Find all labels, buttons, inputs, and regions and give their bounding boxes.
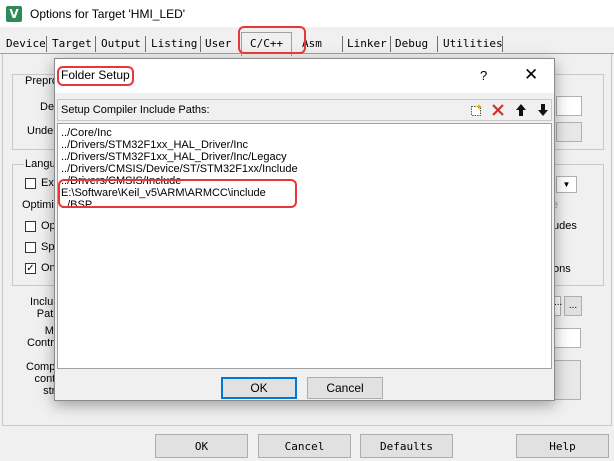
defaults-button[interactable]: Defaults [360,434,453,458]
list-item[interactable]: ../Drivers/STM32F1xx_HAL_Driver/Inc/Lega… [61,151,287,163]
tab-separator [46,36,47,52]
highlight-tab-c-cpp [238,26,306,54]
keil-app-icon: V [6,5,22,22]
folder-setup-dialog: Folder Setup ? ✕ Setup Compiler Include … [54,58,555,401]
checkbox-sp-label: Sp [41,241,55,253]
close-icon[interactable]: ✕ [524,65,538,85]
dialog-cancel-button[interactable]: Cancel [307,377,383,399]
undefine-field [556,122,582,142]
help-button[interactable]: Help [516,434,609,458]
tab-output[interactable]: Output [97,36,145,54]
cancel-button[interactable]: Cancel [258,434,351,458]
include-paths-header-label: Setup Compiler Include Paths: [61,104,210,116]
tab-debug[interactable]: Debug [391,36,432,54]
highlight-dialog-title [57,66,134,86]
undefine-label: Unde [27,125,54,137]
help-icon[interactable]: ? [480,68,487,83]
tab-target[interactable]: Target [48,36,96,54]
include-paths-label: Inclu Pat [30,296,54,320]
right-fragment-udes: udes [553,220,577,232]
checkbox-sp[interactable] [25,242,36,253]
language-group-label: Langu [24,158,57,170]
ok-button[interactable]: OK [155,434,248,458]
window-title: Options for Target 'HMI_LED' [30,6,186,21]
optimization-dropdown[interactable]: ▼ [556,176,577,193]
compiler-control-label: Comp cont str [26,361,56,397]
misc-controls-field[interactable] [553,328,581,348]
move-down-icon[interactable] [534,102,552,118]
window-titlebar: V Options for Target 'HMI_LED' [0,0,614,27]
right-fragment-ons: ons [553,263,571,275]
delete-icon[interactable] [489,102,507,118]
include-paths-header: Setup Compiler Include Paths: [57,99,552,121]
list-item[interactable]: ../Core/Inc [61,127,112,139]
misc-controls-label: M Contr [27,325,54,349]
checkbox-op[interactable] [25,221,36,232]
tab-listing[interactable]: Listing [147,36,201,54]
tab-separator [145,36,146,52]
dialog-ok-button[interactable]: OK [221,377,297,399]
highlight-new-paths [58,179,297,208]
tab-separator [95,36,96,52]
checkbox-on[interactable]: ✓ [25,263,36,274]
new-folder-icon[interactable] [467,102,485,118]
dropdown-arrow-icon: ▼ [562,180,571,189]
options-tab-bar: Device Target Output Listing User C/C++ … [0,32,614,56]
include-path-list[interactable]: ../Core/Inc ../Drivers/STM32F1xx_HAL_Dri… [57,123,552,369]
checkbox-ex[interactable] [25,178,36,189]
include-browse-button[interactable]: ... [564,296,582,316]
tab-separator [437,36,438,52]
tab-device[interactable]: Device [2,36,50,54]
define-field[interactable] [556,96,582,116]
move-up-icon[interactable] [512,102,530,118]
checkbox-ex-label: Ex [41,177,54,189]
list-item[interactable]: ../Drivers/CMSIS/Device/ST/STM32F1xx/Inc… [61,163,298,175]
tab-separator [502,36,503,52]
tab-utilities[interactable]: Utilities [439,36,507,54]
tab-linker[interactable]: Linker [343,36,391,54]
tab-user[interactable]: User [201,36,236,54]
list-item[interactable]: ../Drivers/STM32F1xx_HAL_Driver/Inc [61,139,248,151]
compiler-control-field [553,360,581,400]
